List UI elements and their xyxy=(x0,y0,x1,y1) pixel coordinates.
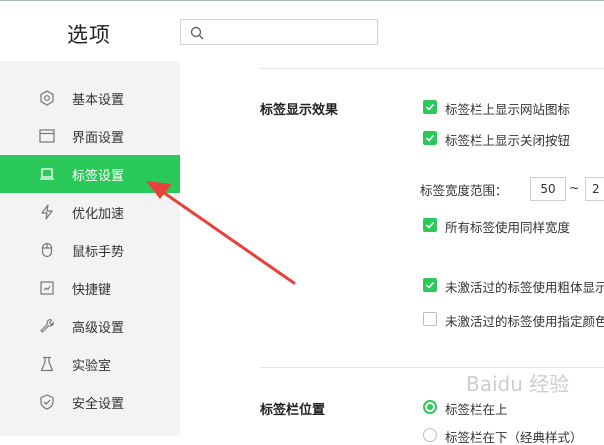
watermark: Baidu 经验 xyxy=(466,372,570,396)
